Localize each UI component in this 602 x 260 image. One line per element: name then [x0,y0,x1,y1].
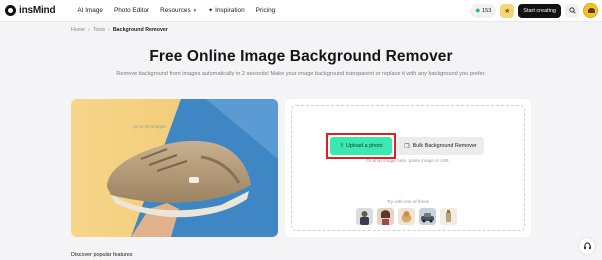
search-icon [568,7,576,14]
bulk-background-remover-button[interactable]: ❐ Bulk Background Remover [397,137,484,155]
page-title: Free Online Image Background Remover [149,48,453,65]
sparkle-icon: ✦ [208,8,214,14]
top-nav-bar: insMind AI Image Photo Editor Resources ▼… [0,0,602,22]
logo-icon [5,5,16,16]
main-nav: AI Image Photo Editor Resources ▼ ✦ Inspir… [77,7,286,14]
nav-item-pricing[interactable]: Pricing [256,7,276,14]
page: insMind AI Image Photo Editor Resources ▼… [0,0,602,260]
nav-label: Inspiration [215,7,245,14]
crown-icon: ★ [504,7,511,15]
sample-thumbnail-dog[interactable] [398,208,415,225]
chevron-down-icon: ▼ [192,8,198,13]
user-avatar[interactable] [583,3,598,18]
header-actions: ◆ 153 ★ Start creating [470,3,598,18]
search-button[interactable] [565,3,579,18]
nav-label: AI Image [77,7,103,14]
hero-sneaker-image [71,99,278,237]
nav-label: Resources [160,7,191,14]
page-subtitle: Remove background from images automatica… [116,71,486,77]
nav-label: Pricing [255,7,276,14]
upload-photo-button[interactable]: ⇧ Upload a photo [330,137,392,155]
headset-icon [583,241,591,249]
try-samples-label: Try with one of these [386,199,430,204]
upload-limit-note: up to 30 images [133,124,166,129]
logo[interactable]: insMind [5,5,56,16]
sample-thumbnail-woman[interactable] [377,208,394,225]
sample-thumbnail-product[interactable] [440,208,457,225]
credits-count: 153 [482,7,492,14]
breadcrumb: Home › Tools › Background Remover [71,27,168,33]
drop-hint: Or drop image here, paste image or URL [366,158,450,163]
nav-item-ai-image[interactable]: AI Image [77,7,103,14]
start-creating-button[interactable]: Start creating [518,3,561,18]
nav-label: Photo Editor [113,7,150,14]
chevron-right-icon: › [88,27,90,33]
sample-thumbnails [356,208,461,225]
breadcrumb-home[interactable]: Home [71,27,85,33]
nav-item-resources[interactable]: Resources ▼ [160,7,197,14]
discover-features-heading: Discover popular features [71,252,133,258]
help-support-button[interactable] [578,237,596,255]
breadcrumb-tools[interactable]: Tools [93,27,105,33]
logo-text: insMind [19,5,56,16]
upgrade-button[interactable]: ★ [500,3,515,18]
sample-thumbnail-person[interactable] [356,208,373,225]
layers-icon: ❐ [404,143,410,150]
nav-item-photo-editor[interactable]: Photo Editor [114,7,149,14]
breadcrumb-current: Background Remover [112,27,168,33]
gem-icon: ◆ [475,8,481,14]
chevron-right-icon: › [108,27,110,33]
credits-badge[interactable]: ◆ 153 [470,3,497,18]
upload-button-label: Upload a photo [346,143,383,149]
bulk-button-label: Bulk Background Remover [412,143,477,149]
sample-thumbnail-car[interactable] [419,208,436,225]
nav-item-inspiration[interactable]: ✦ Inspiration [208,7,245,14]
upload-icon: ⇧ [339,143,345,149]
